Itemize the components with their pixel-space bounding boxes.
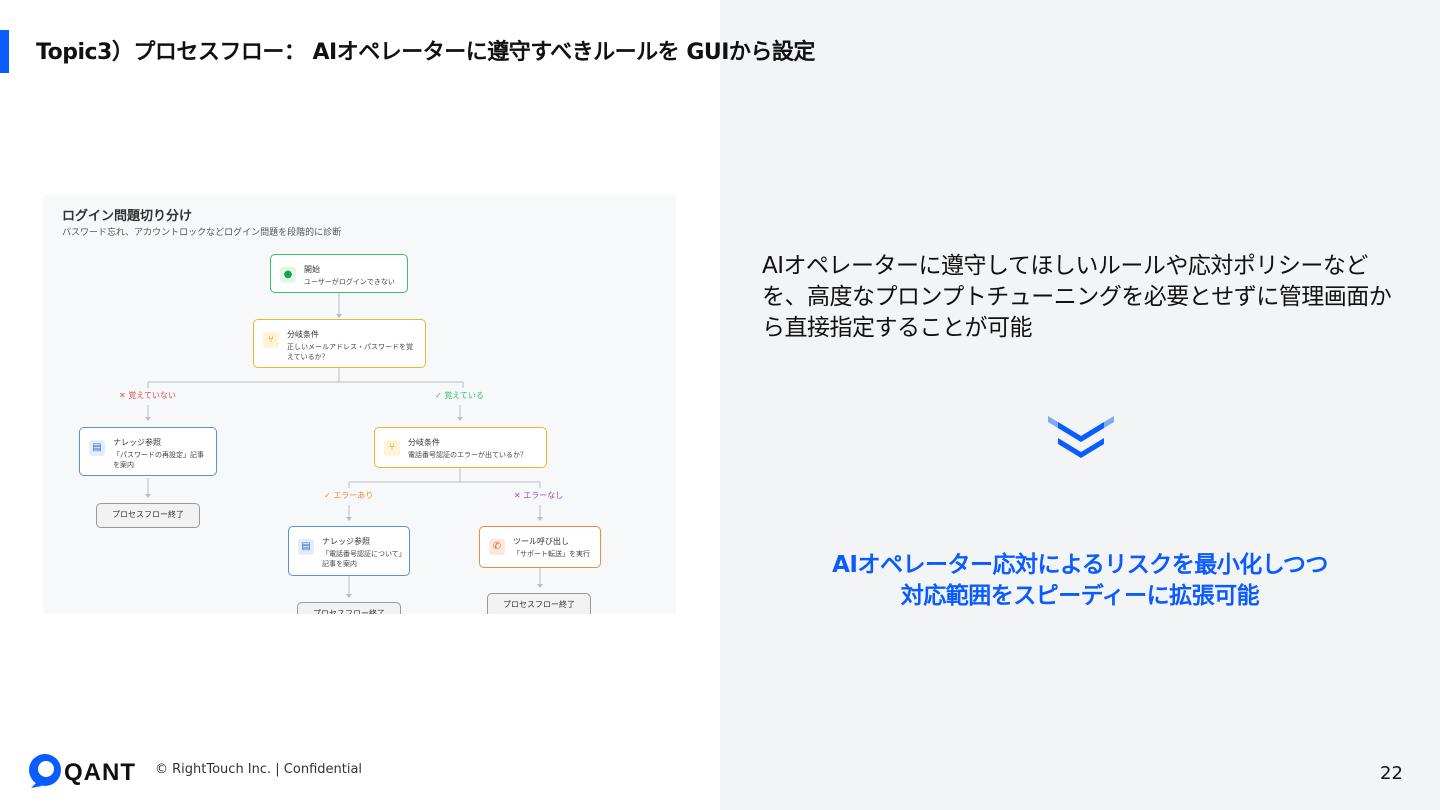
result-line-1: AIオペレーター応対によるリスクを最小化しつつ bbox=[832, 552, 1328, 578]
result-line-2: 対応範囲をスピーディーに拡張可能 bbox=[900, 583, 1260, 609]
double-chevron-down-icon bbox=[1048, 416, 1114, 458]
flow-node-branch-1: ⑂ 分岐条件 正しいメールアドレス・パスワードを覚えているか？ bbox=[253, 319, 426, 368]
flow-node-start: ● 開始 ユーザーがログインできない bbox=[270, 254, 408, 293]
node-desc: 電話番号認証のエラーが出ているか？ bbox=[408, 451, 527, 459]
branch-label-error-yes: ✓ エラーあり bbox=[324, 491, 374, 500]
branch-label-no: ✕ 覚えていない bbox=[119, 391, 176, 400]
page-number: 22 bbox=[1380, 763, 1403, 784]
book-icon: ▤ bbox=[89, 440, 105, 456]
node-title: 分岐条件 bbox=[408, 438, 440, 447]
flow-node-end-2: プロセスフロー終了 bbox=[297, 602, 401, 614]
branch-icon: ⑂ bbox=[263, 332, 279, 348]
node-desc: 「電話番号認証について」記事を案内 bbox=[322, 550, 403, 568]
end-label: プロセスフロー終了 bbox=[313, 609, 385, 614]
node-title: ツール呼び出し bbox=[513, 537, 569, 546]
footer-copyright: © RightTouch Inc. | Confidential bbox=[155, 762, 363, 777]
title-accent-bar bbox=[0, 30, 9, 73]
flow-node-end-3: プロセスフロー終了 bbox=[487, 593, 591, 614]
node-title: ナレッジ参照 bbox=[322, 537, 370, 546]
branch-label-error-no: ✕ エラーなし bbox=[514, 491, 564, 500]
flow-node-knowledge-2: ▤ ナレッジ参照 「電話番号認証について」記事を案内 bbox=[288, 526, 410, 576]
end-label: プロセスフロー終了 bbox=[503, 600, 575, 609]
branch-label-yes: ✓ 覚えている bbox=[435, 391, 484, 400]
node-desc: 「パスワードの再設定」記事を案内 bbox=[113, 451, 204, 469]
flow-node-end-1: プロセスフロー終了 bbox=[96, 503, 200, 528]
process-flow-screenshot: ログイン問題切り分け パスワード忘れ、アカウントロックなどログイン問題を段階的に… bbox=[43, 195, 676, 614]
book-icon: ▤ bbox=[298, 539, 314, 555]
node-desc: 「サポート転送」を実行 bbox=[513, 550, 590, 558]
node-title: ナレッジ参照 bbox=[113, 438, 161, 447]
branch-icon: ⑂ bbox=[384, 440, 400, 456]
qant-logo: QANT bbox=[29, 754, 136, 788]
description-text: AIオペレーターに遵守してほしいルールや応対ポリシーなどを、高度なプロンプトチュ… bbox=[762, 253, 1392, 341]
result-statement: AIオペレーター応対によるリスクを最小化しつつ 対応範囲をスピーディーに拡張可能 bbox=[760, 550, 1400, 612]
node-desc: ユーザーがログインできない bbox=[304, 278, 395, 286]
slide-title: Topic3）プロセスフロー： AIオペレーターに遵守すべきルールを GUIから… bbox=[36, 40, 815, 65]
end-label: プロセスフロー終了 bbox=[112, 510, 184, 519]
flow-node-tool: ✆ ツール呼び出し 「サポート転送」を実行 bbox=[479, 526, 601, 568]
node-desc: 正しいメールアドレス・パスワードを覚えているか？ bbox=[287, 343, 413, 361]
start-dot-icon: ● bbox=[280, 267, 296, 283]
right-pane bbox=[720, 0, 1440, 810]
node-title: 分岐条件 bbox=[287, 330, 319, 339]
flow-node-branch-2: ⑂ 分岐条件 電話番号認証のエラーが出ているか？ bbox=[374, 427, 547, 468]
logo-text: QANT bbox=[64, 759, 136, 786]
flow-node-knowledge-1: ▤ ナレッジ参照 「パスワードの再設定」記事を案内 bbox=[79, 427, 217, 476]
phone-icon: ✆ bbox=[489, 539, 505, 555]
node-title: 開始 bbox=[304, 265, 320, 274]
